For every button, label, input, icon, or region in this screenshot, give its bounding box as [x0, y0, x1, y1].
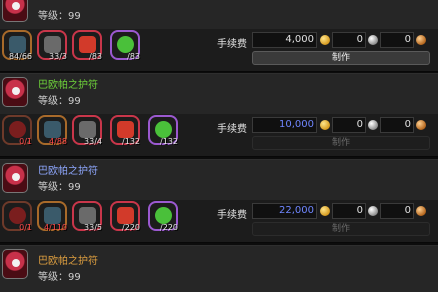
- make-button[interactable]: 制作: [252, 136, 430, 150]
- copper-coin-icon: [416, 206, 426, 216]
- recipe-materials-row: 0/1 4/110 33/5 /220 /220 手续费 22,000 0 0 …: [0, 200, 438, 237]
- pouch-icon[interactable]: 4/110: [37, 201, 67, 232]
- fee-copper-field: 0: [380, 203, 414, 219]
- recipe-card: 巴欧帕之护符 等级：99 0/1 4/88 33/4 /132 /132 手续费…: [0, 73, 438, 157]
- material-count: /83: [89, 52, 102, 61]
- fee-label: 手续费: [217, 39, 247, 50]
- silver-coin-icon: [368, 35, 378, 45]
- material-count: /220: [122, 223, 140, 232]
- red-amulet-icon[interactable]: 0/1: [2, 115, 32, 146]
- material-count: /83: [127, 52, 140, 61]
- material-count: 4/88: [49, 137, 67, 146]
- amulet-icon[interactable]: [2, 249, 28, 279]
- amulet-icon[interactable]: [2, 0, 28, 22]
- recipe-name: 巴欧帕之护符: [38, 166, 98, 177]
- green-orb-icon[interactable]: /83: [110, 30, 140, 61]
- fee-gold-field: 4,000: [252, 32, 317, 48]
- material-count: /132: [122, 137, 140, 146]
- copper-coin-icon: [416, 120, 426, 130]
- material-count: 33/3: [49, 52, 67, 61]
- recipe-header: 巴欧帕之护符 等级：99: [0, 246, 438, 292]
- recipe-level: 等级：99: [38, 272, 81, 283]
- material-count: 33/5: [84, 223, 102, 232]
- pouch-icon[interactable]: 4/88: [37, 115, 67, 146]
- recipe-card: 巴欧帕之护符 等级：99: [0, 245, 438, 292]
- gold-coin-icon: [320, 120, 330, 130]
- recipe-level: 等级：99: [38, 11, 81, 22]
- material-count: 0/1: [19, 137, 32, 146]
- recipe-materials-row: 84/66 33/3 /83 /83 手续费 4,000 0 0 制作: [0, 29, 438, 66]
- green-orb-icon[interactable]: /132: [148, 115, 178, 146]
- pouch-icon[interactable]: 84/66: [2, 30, 32, 61]
- amulet-icon[interactable]: [2, 163, 28, 193]
- recipe-header: 巴欧帕之护符 等级：99: [0, 74, 438, 114]
- material-count: /220: [160, 223, 178, 232]
- copper-coin-icon: [416, 35, 426, 45]
- recipe-level: 等级：99: [38, 182, 81, 193]
- whirlwind-icon[interactable]: 33/4: [72, 115, 102, 146]
- gold-coin-icon: [320, 35, 330, 45]
- recipe-header: 巴欧帕之护符 等级：99: [0, 160, 438, 200]
- material-count: 4/110: [43, 223, 67, 232]
- fee-silver-field: 0: [332, 117, 366, 133]
- silver-coin-icon: [368, 206, 378, 216]
- green-orb-icon[interactable]: /220: [148, 201, 178, 232]
- fee-copper-field: 0: [380, 117, 414, 133]
- fee-copper-field: 0: [380, 32, 414, 48]
- material-count: 0/1: [19, 223, 32, 232]
- recipe-name: 巴欧帕之护符: [38, 80, 98, 91]
- fee-silver-field: 0: [332, 203, 366, 219]
- make-button[interactable]: 制作: [252, 222, 430, 236]
- fee-label: 手续费: [217, 124, 247, 135]
- gold-coin-icon: [320, 206, 330, 216]
- recipe-header: 等级：99: [0, 0, 438, 29]
- fee-gold-field: 10,000: [252, 117, 317, 133]
- material-count: /132: [160, 137, 178, 146]
- material-count: 33/4: [84, 137, 102, 146]
- amulet-icon[interactable]: [2, 77, 28, 107]
- whirlwind-icon[interactable]: 33/3: [37, 30, 67, 61]
- fee-silver-field: 0: [332, 32, 366, 48]
- recipe-materials-row: 0/1 4/88 33/4 /132 /132 手续费 10,000 0 0 制…: [0, 114, 438, 151]
- recipe-card: 等级：99 84/66 33/3 /83 /83 手续费 4,000 0 0 制…: [0, 0, 438, 72]
- silver-coin-icon: [368, 120, 378, 130]
- red-gem-icon[interactable]: /132: [110, 115, 140, 146]
- red-gem-icon[interactable]: /83: [72, 30, 102, 61]
- red-amulet-icon[interactable]: 0/1: [2, 201, 32, 232]
- fee-gold-field: 22,000: [252, 203, 317, 219]
- fee-label: 手续费: [217, 210, 247, 221]
- whirlwind-icon[interactable]: 33/5: [72, 201, 102, 232]
- make-button[interactable]: 制作: [252, 51, 430, 65]
- recipe-level: 等级：99: [38, 96, 81, 107]
- red-gem-icon[interactable]: /220: [110, 201, 140, 232]
- recipe-name: 巴欧帕之护符: [38, 256, 98, 267]
- recipe-card: 巴欧帕之护符 等级：99 0/1 4/110 33/5 /220 /220 手续…: [0, 159, 438, 243]
- material-count: 84/66: [8, 52, 32, 61]
